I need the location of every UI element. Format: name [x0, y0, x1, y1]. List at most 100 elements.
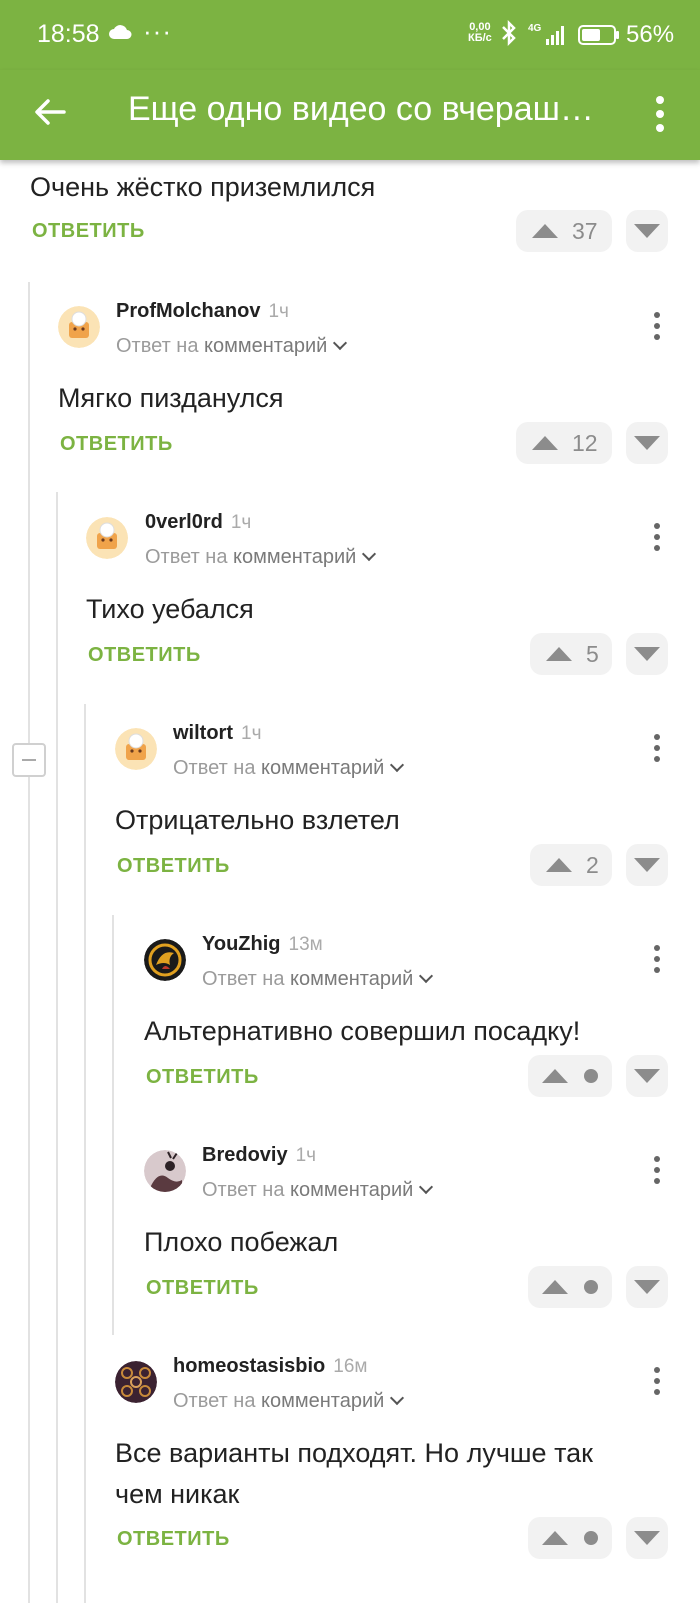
- reply-to-link[interactable]: комментарий: [204, 335, 327, 357]
- comment-text: Альтернативно совершил посадку!: [144, 1016, 581, 1046]
- reply-button[interactable]: ОТВЕТИТЬ: [60, 433, 173, 456]
- upvote-button[interactable]: [528, 1055, 612, 1097]
- author-name[interactable]: 0verl0rd: [145, 511, 223, 533]
- vote-count: 5: [586, 641, 599, 667]
- comment-time: 16м: [333, 1356, 368, 1377]
- chevron-down-icon[interactable]: [419, 968, 434, 984]
- comment-text: Тихо уебался: [86, 594, 254, 624]
- vote-hidden-dot: [584, 1280, 598, 1294]
- comment-text: Очень жёстко приземлился: [30, 172, 376, 202]
- reply-to-prefix: Ответ на: [116, 335, 199, 357]
- chevron-down-icon[interactable]: [390, 1390, 405, 1406]
- upvote-button[interactable]: [528, 1266, 612, 1308]
- reply-to-line[interactable]: Ответ на комментарий: [145, 546, 377, 569]
- reply-to-link[interactable]: комментарий: [261, 1390, 384, 1412]
- back-arrow-icon[interactable]: [32, 94, 68, 130]
- reply-to-prefix: Ответ на: [173, 1390, 256, 1412]
- reply-button[interactable]: ОТВЕТИТЬ: [117, 1528, 230, 1551]
- status-bar: 18:58 ··· 0,00 КБ/с 4G 56%: [0, 0, 700, 70]
- downvote-icon: [634, 1069, 660, 1083]
- reply-button[interactable]: ОТВЕТИТЬ: [32, 220, 145, 243]
- thread-line: [28, 282, 30, 1603]
- comment-menu-icon[interactable]: [652, 312, 662, 342]
- comment-text: Все варианты подходят. Но лучше так чем …: [115, 1433, 593, 1515]
- author-name[interactable]: YouZhig: [202, 933, 281, 955]
- reply-button[interactable]: ОТВЕТИТЬ: [117, 855, 230, 878]
- downvote-button[interactable]: [626, 1266, 668, 1308]
- author-name[interactable]: wiltort: [173, 722, 233, 744]
- comment-menu-icon[interactable]: [652, 734, 662, 764]
- downvote-icon: [634, 436, 660, 450]
- comment-author[interactable]: YouZhig 13м: [202, 933, 323, 956]
- reply-button[interactable]: ОТВЕТИТЬ: [146, 1277, 259, 1300]
- comment-author[interactable]: Bredoviy 1ч: [202, 1144, 316, 1167]
- comments-list[interactable]: Очень жёстко приземлился ОТВЕТИТЬ 37 Pro…: [0, 160, 700, 1603]
- page-title: Еще одно видео со вчераш…: [128, 90, 594, 128]
- vote-hidden-dot: [584, 1531, 598, 1545]
- comment-time: 1ч: [241, 723, 262, 744]
- reply-to-line[interactable]: Ответ на комментарий: [202, 1179, 434, 1202]
- chevron-down-icon[interactable]: [362, 546, 377, 562]
- more-vert-icon[interactable]: [648, 92, 672, 136]
- comment-menu-icon[interactable]: [652, 523, 662, 553]
- upvote-icon: [542, 1531, 568, 1545]
- app-toolbar: Еще одно видео со вчераш…: [0, 70, 700, 160]
- comment-menu-icon[interactable]: [652, 1367, 662, 1397]
- upvote-button[interactable]: [528, 1517, 612, 1559]
- comment-menu-icon[interactable]: [652, 945, 662, 975]
- upvote-button[interactable]: 2: [530, 844, 612, 886]
- downvote-button[interactable]: [626, 844, 668, 886]
- author-name[interactable]: homeostasisbio: [173, 1355, 325, 1377]
- battery-percent: 56%: [626, 21, 675, 48]
- comment-text: Мягко пизданулся: [58, 383, 284, 413]
- reply-to-link[interactable]: комментарий: [290, 968, 413, 990]
- network-speed: 0,00 КБ/с: [468, 22, 492, 44]
- battery-icon: [578, 25, 619, 45]
- upvote-icon: [542, 1069, 568, 1083]
- comment-author[interactable]: homeostasisbio 16м: [173, 1355, 367, 1378]
- reply-to-prefix: Ответ на: [145, 546, 228, 568]
- downvote-button[interactable]: [626, 633, 668, 675]
- comment-author[interactable]: ProfMolchanov 1ч: [116, 300, 289, 323]
- comment-author[interactable]: 0verl0rd 1ч: [145, 511, 251, 534]
- dragon-logo-avatar-icon: [144, 939, 186, 981]
- chevron-down-icon[interactable]: [390, 757, 405, 773]
- chevron-down-icon[interactable]: [333, 335, 348, 351]
- pattern-avatar-icon: [115, 1361, 157, 1403]
- comment-menu-icon[interactable]: [652, 1156, 662, 1186]
- reply-to-line[interactable]: Ответ на комментарий: [202, 968, 434, 991]
- thread-line: [84, 704, 86, 1603]
- reply-to-link[interactable]: комментарий: [261, 757, 384, 779]
- thread-line: [112, 915, 114, 1335]
- photo-avatar-icon: [144, 1150, 186, 1192]
- reply-to-line[interactable]: Ответ на комментарий: [116, 335, 348, 358]
- chevron-down-icon[interactable]: [419, 1179, 434, 1195]
- upvote-icon: [542, 1280, 568, 1294]
- reply-to-line[interactable]: Ответ на комментарий: [173, 757, 405, 780]
- downvote-icon: [634, 858, 660, 872]
- reply-button[interactable]: ОТВЕТИТЬ: [88, 644, 201, 667]
- author-name[interactable]: Bredoviy: [202, 1144, 288, 1166]
- comment-text: Плохо побежал: [144, 1227, 339, 1257]
- author-name[interactable]: ProfMolchanov: [116, 300, 260, 322]
- downvote-button[interactable]: [626, 422, 668, 464]
- downvote-button[interactable]: [626, 1055, 668, 1097]
- downvote-icon: [634, 224, 660, 238]
- comment-author[interactable]: wiltort 1ч: [173, 722, 261, 745]
- upvote-button[interactable]: 12: [516, 422, 612, 464]
- upvote-button[interactable]: 37: [516, 210, 612, 252]
- reply-to-link[interactable]: комментарий: [233, 546, 356, 568]
- reply-to-prefix: Ответ на: [202, 1179, 285, 1201]
- status-time: 18:58: [37, 20, 100, 48]
- downvote-button[interactable]: [626, 1517, 668, 1559]
- upvote-button[interactable]: 5: [530, 633, 612, 675]
- downvote-icon: [634, 1280, 660, 1294]
- vote-count: 2: [586, 852, 599, 878]
- comment-text: Отрицательно взлетел: [115, 805, 400, 835]
- reply-to-line[interactable]: Ответ на комментарий: [173, 1390, 405, 1413]
- reply-button[interactable]: ОТВЕТИТЬ: [146, 1066, 259, 1089]
- reply-to-link[interactable]: комментарий: [290, 1179, 413, 1201]
- downvote-icon: [634, 647, 660, 661]
- collapse-thread-button[interactable]: [12, 743, 46, 777]
- downvote-button[interactable]: [626, 210, 668, 252]
